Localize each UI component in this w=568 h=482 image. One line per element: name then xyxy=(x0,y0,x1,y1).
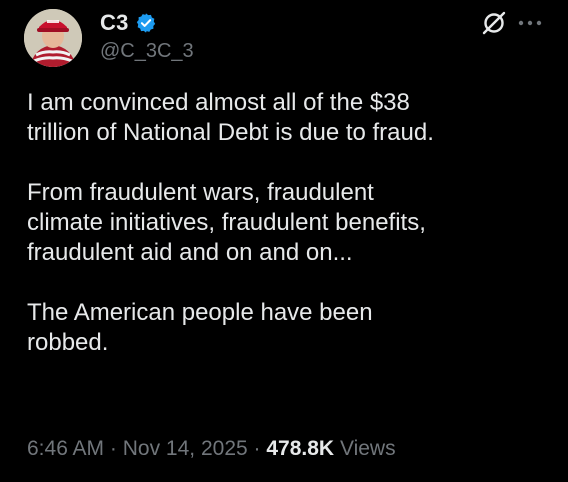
tweet-text: I am convinced almost all of the $38 tri… xyxy=(27,88,557,388)
more-options-icon[interactable] xyxy=(517,16,543,28)
tweet-paragraph: The American people have been robbed. xyxy=(27,299,373,356)
tweet-date[interactable]: Nov 14, 2025 xyxy=(123,437,248,460)
meta-separator: · xyxy=(253,437,261,460)
meta-separator: · xyxy=(109,437,117,460)
views-label: Views xyxy=(339,437,396,460)
tweet-meta: 6:46 AM · Nov 14, 2025 · 478.8K Views xyxy=(27,437,396,461)
author-name-row: C3 xyxy=(100,10,157,36)
verified-badge-icon xyxy=(135,12,157,34)
grok-icon[interactable] xyxy=(479,8,509,38)
author-handle[interactable]: @C_3C_3 xyxy=(100,40,194,63)
tweet-paragraph: I am convinced almost all of the $38 tri… xyxy=(27,89,434,146)
avatar[interactable] xyxy=(24,9,82,67)
avatar-icon xyxy=(24,9,82,67)
display-name[interactable]: C3 xyxy=(100,10,129,36)
tweet-paragraph: From fraudulent wars, fraudulent climate… xyxy=(27,179,426,266)
tweet-time[interactable]: 6:46 AM xyxy=(27,437,104,460)
tweet-card: C3 @C_3C_3 I am convinced almost all of … xyxy=(0,0,568,482)
views-count[interactable]: 478.8K xyxy=(266,437,334,460)
